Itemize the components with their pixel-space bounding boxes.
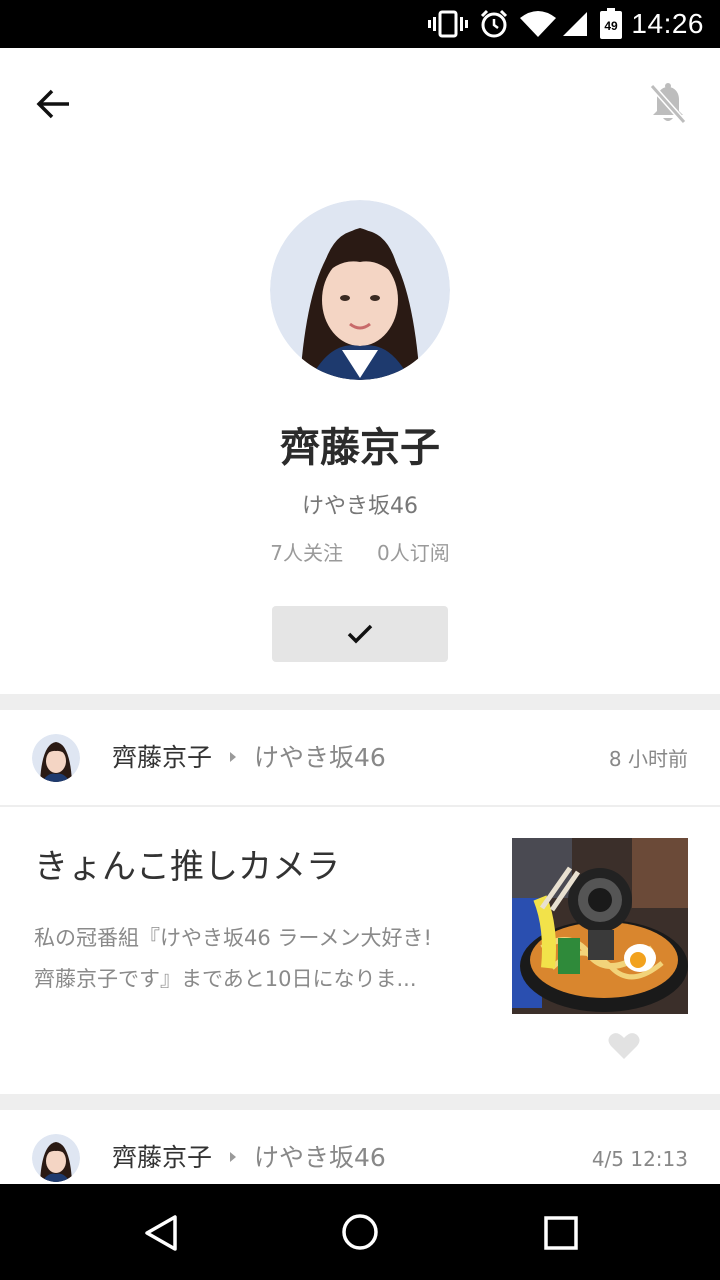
nav-recents-icon <box>544 1216 578 1250</box>
battery-icon: 49 <box>598 8 624 40</box>
followers-count[interactable]: 7人关注 <box>270 538 343 568</box>
alarm-icon <box>478 8 510 40</box>
post-author[interactable]: 齊藤京子 <box>112 740 212 776</box>
post-header-divider <box>0 805 720 807</box>
arrow-left-icon <box>36 89 69 119</box>
nav-home-button[interactable] <box>335 1207 385 1257</box>
heart-icon <box>608 1033 640 1059</box>
subscribers-count[interactable]: 0人订阅 <box>377 538 450 568</box>
ramen-photo <box>512 838 688 1014</box>
like-button[interactable] <box>604 1026 644 1066</box>
post-excerpt-line: 齊藤京子です』まであと10日になりま... <box>34 967 417 991</box>
nav-back-icon <box>145 1215 177 1251</box>
post-time: 8 小时前 <box>608 747 688 771</box>
post-time: 4/5 12:13 <box>591 1147 688 1171</box>
post-author[interactable]: 齊藤京子 <box>112 1140 212 1176</box>
follow-button[interactable] <box>272 606 448 662</box>
author-avatar[interactable] <box>32 734 80 782</box>
app-bar <box>0 48 720 158</box>
notification-toggle-button[interactable] <box>640 76 696 132</box>
post-thumbnail[interactable] <box>512 838 688 1014</box>
nav-back-button[interactable] <box>136 1208 186 1258</box>
nav-recents-button[interactable] <box>536 1208 586 1258</box>
check-icon <box>347 624 373 644</box>
post-group[interactable]: けやき坂46 <box>254 1140 386 1176</box>
post-title[interactable]: きょんこ推しカメラ <box>34 842 340 892</box>
section-divider <box>0 694 720 710</box>
caret-right-icon <box>230 752 236 762</box>
nav-home-icon <box>342 1214 378 1250</box>
vibrate-icon <box>428 8 468 40</box>
post-group[interactable]: けやき坂46 <box>254 740 386 776</box>
post-header[interactable]: 齊藤京子 けやき坂46 8 小时前 <box>0 710 720 806</box>
caret-right-icon <box>230 1152 236 1162</box>
system-nav-bar <box>0 1184 720 1280</box>
bell-off-icon <box>649 83 687 124</box>
profile-avatar <box>270 200 450 380</box>
wifi-icon <box>518 8 558 40</box>
status-time: 14:26 <box>631 8 704 39</box>
signal-icon <box>560 8 590 40</box>
author-avatar[interactable] <box>32 1134 80 1182</box>
battery-level: 49 <box>604 19 618 33</box>
profile-group[interactable]: けやき坂46 <box>0 490 720 524</box>
section-divider <box>0 1094 720 1110</box>
profile-name: 齊藤京子 <box>280 425 440 471</box>
post-excerpt[interactable]: 私の冠番組『けやき坂46 ラーメン大好き! 齊藤京子です』まであと10日になりま… <box>34 918 494 1000</box>
status-bar: 49 14:26 <box>0 0 720 48</box>
profile-stats: 7人关注 0人订阅 <box>0 538 720 568</box>
post-excerpt-line: 私の冠番組『けやき坂46 ラーメン大好き! <box>34 926 432 950</box>
back-button[interactable] <box>24 76 84 132</box>
